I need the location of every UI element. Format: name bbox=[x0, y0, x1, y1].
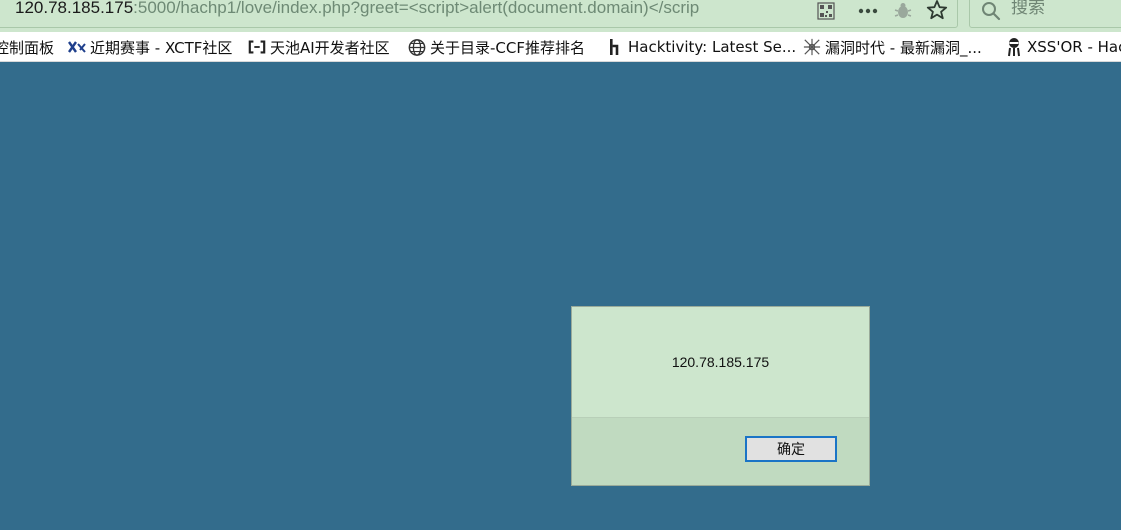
bookmark-ccf[interactable]: 关于目录-CCF推荐排名 bbox=[408, 37, 585, 57]
browser-toolbar: 120.78.185.175:5000/hachp1/love/index.ph… bbox=[0, 0, 1121, 32]
aliyun-logo-icon bbox=[248, 38, 266, 56]
bookmark-control-panel[interactable]: 控制面板 bbox=[0, 37, 54, 57]
alert-footer: 确定 bbox=[572, 418, 869, 485]
globe-icon bbox=[408, 38, 426, 56]
url-fade bbox=[730, 0, 775, 23]
bookmark-label: 漏洞时代 - 最新漏洞_... bbox=[825, 38, 982, 57]
extension-bug-icon[interactable] bbox=[892, 0, 914, 22]
bookmark-tianchi[interactable]: 天池AI开发者社区 bbox=[248, 37, 390, 57]
bookmark-vulnerability-era[interactable]: 漏洞时代 - 最新漏洞_... bbox=[803, 37, 982, 57]
vulnerability-site-icon bbox=[803, 38, 821, 56]
xssor-logo-icon bbox=[1005, 38, 1023, 57]
search-box[interactable]: 搜索 bbox=[969, 0, 1121, 28]
bookmarks-bar: 控制面板 近期赛事 - XCTF社区 天池AI开发者社区 关于目录-CCF推荐排… bbox=[0, 32, 1121, 62]
bookmark-xctf[interactable]: 近期赛事 - XCTF社区 bbox=[68, 37, 232, 57]
bookmark-label: 关于目录-CCF推荐排名 bbox=[430, 38, 585, 57]
hackerone-logo-icon bbox=[606, 38, 624, 56]
alert-dialog: 120.78.185.175 确定 bbox=[571, 306, 870, 486]
alert-body: 120.78.185.175 bbox=[572, 307, 869, 418]
bookmark-label: 近期赛事 - XCTF社区 bbox=[90, 38, 233, 57]
bookmark-star-icon[interactable] bbox=[925, 0, 949, 21]
alert-message: 120.78.185.175 bbox=[671, 354, 770, 370]
qr-code-icon[interactable] bbox=[815, 0, 837, 22]
search-icon bbox=[980, 0, 1002, 22]
bookmark-xssor[interactable]: XSS'OR - Hac bbox=[1005, 37, 1121, 57]
address-bar-url[interactable]: 120.78.185.175:5000/hachp1/love/index.ph… bbox=[15, 0, 775, 18]
bookmark-label: 控制面板 bbox=[0, 38, 55, 57]
bookmark-hacktivity[interactable]: Hacktivity: Latest Se... bbox=[606, 37, 796, 57]
url-host: 120.78.185.175 bbox=[15, 0, 134, 17]
search-placeholder[interactable]: 搜索 bbox=[1011, 0, 1045, 18]
ok-button[interactable]: 确定 bbox=[745, 436, 837, 462]
address-bar[interactable]: 120.78.185.175:5000/hachp1/love/index.ph… bbox=[0, 0, 958, 28]
bookmark-label: XSS'OR - Hac bbox=[1027, 38, 1121, 56]
url-path: :5000/hachp1/love/index.php?greet=<scrip… bbox=[133, 0, 700, 17]
more-actions-icon[interactable] bbox=[857, 0, 879, 22]
bookmark-label: 天池AI开发者社区 bbox=[270, 38, 390, 57]
xctf-logo-icon bbox=[68, 38, 86, 56]
bookmark-label: Hacktivity: Latest Se... bbox=[628, 38, 797, 56]
